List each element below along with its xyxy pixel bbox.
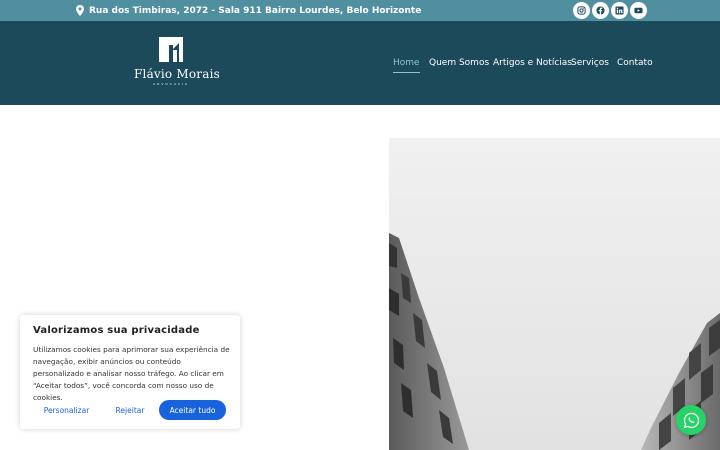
nav-item-servicos[interactable]: Serviços xyxy=(571,58,609,68)
cookie-text: Utilizamos cookies para aprimorar sua ex… xyxy=(33,345,230,402)
logo-name: Flávio Morais xyxy=(134,67,220,81)
whatsapp-button[interactable] xyxy=(676,405,706,435)
facebook-link[interactable] xyxy=(592,2,609,19)
youtube-link[interactable] xyxy=(630,2,647,19)
cookie-title: Valorizamos sua privacidade xyxy=(33,325,200,336)
linkedin-link[interactable] xyxy=(611,2,628,19)
youtube-icon xyxy=(634,7,643,14)
cookie-consent-banner: Valorizamos sua privacidade Utilizamos c… xyxy=(20,315,240,429)
accept-all-button[interactable]: Aceitar tudo xyxy=(159,400,226,420)
address: Rua dos Timbiras, 2072 - Sala 911 Bairro… xyxy=(76,4,421,17)
nav-item-home[interactable]: Home xyxy=(393,58,420,73)
whatsapp-icon xyxy=(683,412,699,428)
logo-subtitle: ADVOCACIA xyxy=(153,82,189,86)
linkedin-icon xyxy=(615,6,624,15)
instagram-link[interactable] xyxy=(573,2,590,19)
map-pin-icon xyxy=(76,5,84,16)
reject-button[interactable]: Rejeitar xyxy=(105,400,155,420)
social-links xyxy=(573,2,647,19)
nav-item-contato[interactable]: Contato xyxy=(617,58,653,68)
customize-button[interactable]: Personalizar xyxy=(33,400,100,420)
logo-monogram-icon xyxy=(159,37,183,62)
site-logo[interactable]: Flávio Morais ADVOCACIA xyxy=(134,36,220,92)
instagram-icon xyxy=(577,6,586,15)
address-text: Rua dos Timbiras, 2072 - Sala 911 Bairro… xyxy=(89,5,422,16)
top-bar: Rua dos Timbiras, 2072 - Sala 911 Bairro… xyxy=(0,0,720,21)
nav-item-artigos[interactable]: Artigos e Notícias xyxy=(493,58,572,68)
site-header: Flávio Morais ADVOCACIA Home Quem Somos … xyxy=(0,21,720,105)
facebook-icon xyxy=(596,6,605,15)
building-photo xyxy=(389,233,720,450)
hero-building-image xyxy=(389,138,720,450)
nav-item-quem-somos[interactable]: Quem Somos xyxy=(429,58,489,68)
